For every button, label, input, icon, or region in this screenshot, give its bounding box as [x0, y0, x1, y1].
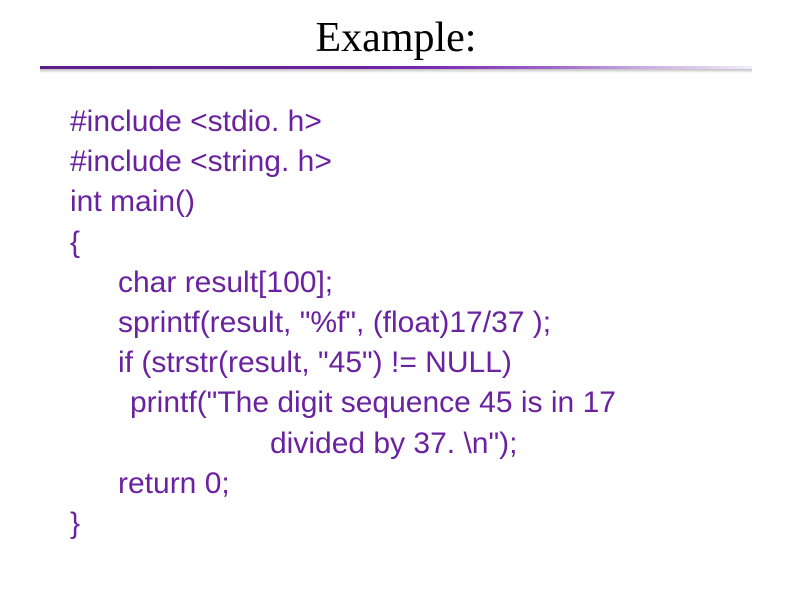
code-line-2: #include <string. h> [70, 145, 332, 178]
code-line-8: printf("The digit sequence 45 is in 17 [70, 383, 792, 423]
code-line-4: { [70, 226, 80, 259]
code-block: #include <stdio. h> #include <string. h>… [70, 102, 792, 544]
slide-title: Example: [0, 14, 792, 62]
code-line-6: sprintf(result, "%f", (float)17/37 ); [70, 303, 792, 343]
code-line-1: #include <stdio. h> [70, 105, 322, 138]
code-line-5: char result[100]; [70, 263, 792, 303]
code-line-3: int main() [70, 185, 195, 218]
code-line-7: if (strstr(result, "45") != NULL) [70, 343, 792, 383]
code-line-9: divided by 37. \n"); [70, 424, 792, 464]
title-divider [40, 66, 752, 76]
code-line-11: } [70, 507, 80, 540]
code-line-10: return 0; [70, 464, 792, 504]
divider-shadow [40, 69, 752, 73]
